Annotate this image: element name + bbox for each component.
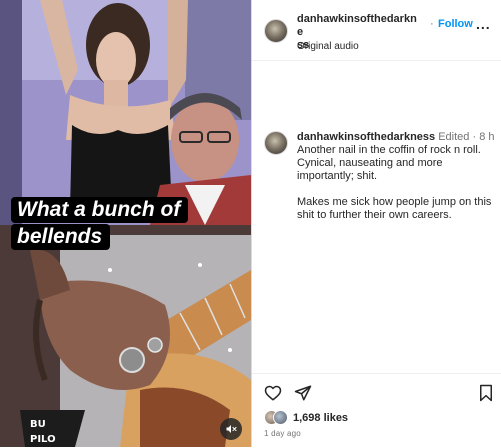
post-info-panel: danhawkinsofthedarkne ss Original audio … xyxy=(251,0,501,447)
likes-count[interactable]: 1,698 likes xyxy=(293,412,348,424)
bookmark-icon[interactable] xyxy=(478,384,494,402)
follow-button[interactable]: Follow xyxy=(438,18,473,30)
video-player[interactable]: BU PILO What a bunch of bellends xyxy=(0,0,251,447)
comment-username[interactable]: danhawkinsofthedarkness xyxy=(297,131,435,143)
edited-label: Edited xyxy=(438,131,470,143)
action-bar: 1,698 likes 1 day ago xyxy=(252,373,501,448)
comment-paragraph-1: danhawkinsofthedarkness Edited · 8 h Ano… xyxy=(297,131,497,183)
comment-separator: · xyxy=(472,131,477,143)
post-header: danhawkinsofthedarkne ss Original audio … xyxy=(252,0,501,61)
video-caption-line-2: bellends xyxy=(11,224,111,250)
likes-row[interactable]: 1,698 likes xyxy=(264,410,348,425)
header-separator: · xyxy=(430,18,434,30)
comment-body: danhawkinsofthedarkness Edited · 8 h Ano… xyxy=(297,131,497,222)
svg-text:BU: BU xyxy=(30,419,46,430)
audio-label[interactable]: Original audio xyxy=(297,41,359,52)
mute-button[interactable] xyxy=(220,418,242,440)
video-caption-line-1: What a bunch of xyxy=(11,197,189,223)
heart-icon[interactable] xyxy=(264,384,282,402)
instagram-post: BU PILO What a bunch of bellends danhawk… xyxy=(0,0,501,447)
author-username-line-1: danhawkinsofthedarkne xyxy=(297,13,417,38)
post-date: 1 day ago xyxy=(264,429,301,438)
share-icon[interactable] xyxy=(294,384,312,402)
liker-avatar xyxy=(273,410,288,425)
comment-avatar[interactable] xyxy=(264,131,288,155)
speaker-muted-icon xyxy=(226,425,237,433)
comment-timestamp: 8 h xyxy=(479,131,495,143)
comment-paragraph-2: Makes me sick how people jump on this sh… xyxy=(297,196,492,221)
comment-text-1: Another nail in the coffin of rock n rol… xyxy=(297,144,481,182)
svg-text:PILO: PILO xyxy=(30,434,56,445)
more-options-button[interactable]: ... xyxy=(476,16,491,32)
author-avatar[interactable] xyxy=(264,19,288,43)
